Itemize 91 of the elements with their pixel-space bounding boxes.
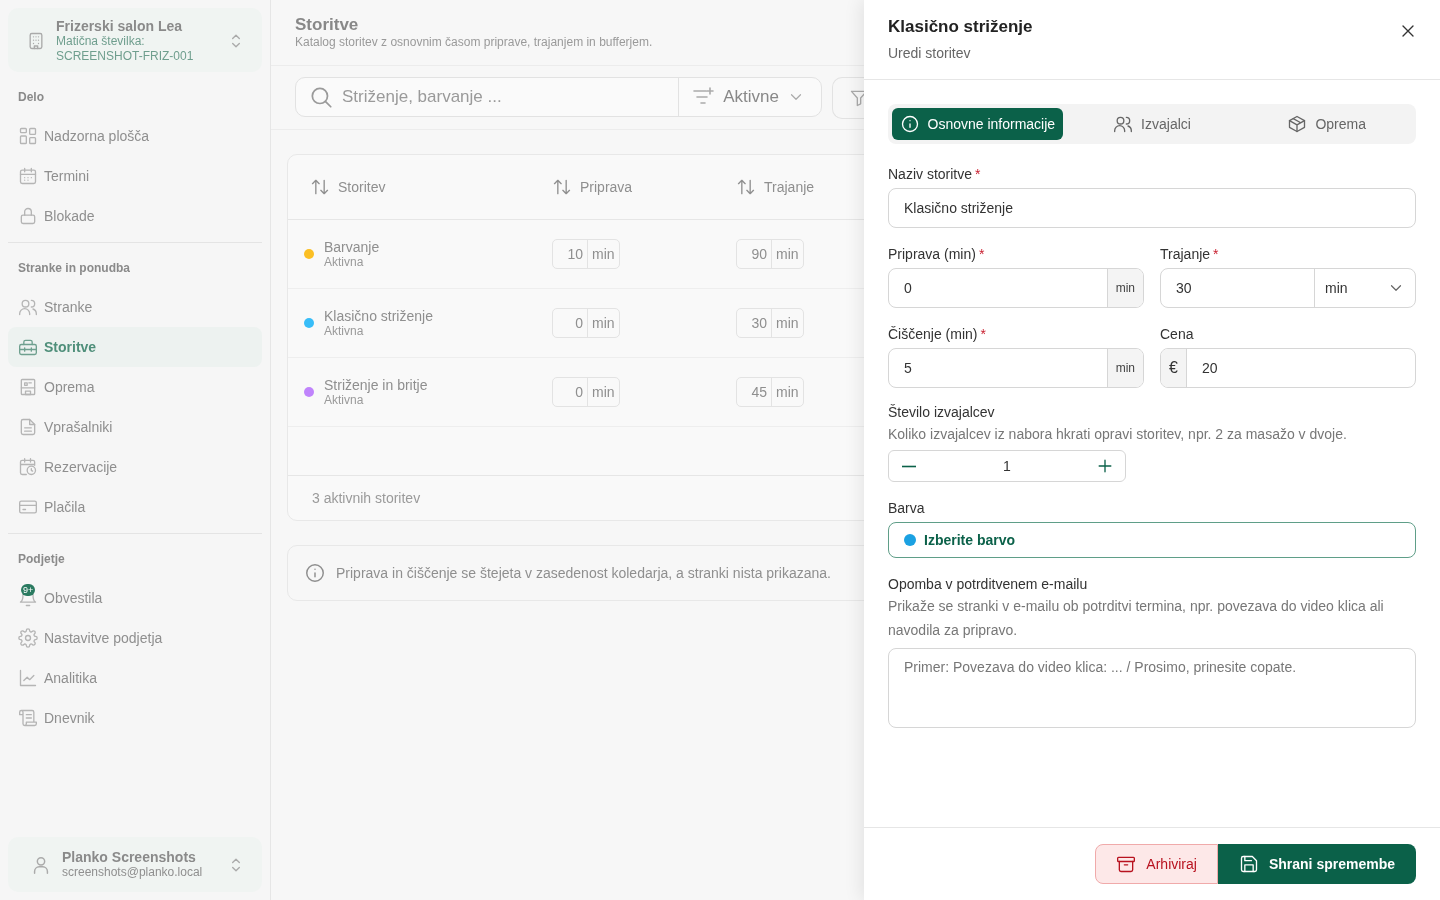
duration-pill: 0 min xyxy=(552,308,620,338)
save-button[interactable]: Shrani spremembe xyxy=(1217,844,1416,884)
drawer-title: Klasično striženje xyxy=(888,17,1033,37)
input-field[interactable]: Klasično striženje xyxy=(888,188,1416,228)
drawer-subtitle: Uredi storitev xyxy=(888,45,972,61)
field-hint: Koliko izvajalcev iz nabora hkrati opravi storitev, npr. 2 za masažo v dvoje. xyxy=(888,425,1348,444)
users-icon xyxy=(1113,114,1134,134)
duration-pill: 0 min xyxy=(552,377,620,407)
info-note-text: Priprava in čiščenje se štejeta v zasedenost koledarja, a stranki nista prikazana. xyxy=(336,565,831,581)
info-icon xyxy=(304,562,326,584)
service-name: Striženje in britje xyxy=(324,377,428,393)
tab[interactable]: Oprema xyxy=(1241,108,1412,140)
notification-badge: 9+ xyxy=(21,584,36,596)
field-label: Čiščenje (min) * xyxy=(888,326,987,342)
search-placeholder: Striženje, barvanje ... xyxy=(342,87,502,107)
service-status: Aktivna xyxy=(324,255,364,269)
info-icon xyxy=(899,114,920,134)
sidebar-item[interactable]: Oprema xyxy=(8,367,262,407)
sidebar-item[interactable]: Analitika xyxy=(8,658,262,698)
archive-button[interactable]: Arhiviraj xyxy=(1095,844,1218,884)
field-label: Trajanje * xyxy=(1160,246,1220,262)
settings-icon xyxy=(18,628,38,648)
service-status: Aktivna xyxy=(324,393,364,407)
text-area[interactable]: Primer: Povezava do video klica: ... / Prosimo, prinesite copate. xyxy=(888,648,1416,728)
service-name: Barvanje xyxy=(324,239,380,255)
sidebar-item[interactable]: Storitve xyxy=(8,327,262,367)
scroll-icon xyxy=(18,708,38,728)
sort-icon xyxy=(310,177,330,197)
duration-pill: 90 min xyxy=(736,239,804,269)
section-heading: Stranke in ponudba xyxy=(17,260,131,277)
storefront-icon xyxy=(18,377,38,397)
input-field[interactable]: 0 min xyxy=(888,268,1144,308)
page-title: Storitve xyxy=(295,15,359,35)
sidebar-item[interactable]: Termini xyxy=(8,156,262,196)
sidebar-item[interactable]: Rezervacije xyxy=(8,447,262,487)
sort-icon xyxy=(552,177,572,197)
field-label: Število izvajalcev xyxy=(888,404,996,420)
duration-pill: 10 min xyxy=(552,239,620,269)
section-heading: Delo xyxy=(17,89,45,106)
user-switcher[interactable]: Planko Screenshots screenshots@planko.local xyxy=(8,837,262,892)
sidebar-item[interactable]: Plačila xyxy=(8,487,262,527)
search-field[interactable]: Striženje, barvanje ... Aktivne xyxy=(295,77,822,117)
number-stepper[interactable]: 1 xyxy=(888,450,1126,482)
tab[interactable]: Osnovne informacije xyxy=(892,108,1063,140)
duration-pill: 45 min xyxy=(736,377,804,407)
user-email: screenshots@planko.local xyxy=(62,865,204,880)
column-header[interactable]: Trajanje xyxy=(736,177,815,197)
column-header[interactable]: Storitev xyxy=(288,177,386,197)
sidebar-item[interactable]: Dnevnik xyxy=(8,698,262,738)
organization-id: Matična številka: SCREENSHOT-FRIZ-001 xyxy=(56,34,195,64)
calendar-icon xyxy=(18,166,38,186)
sidebar-item[interactable]: 9+ Obvestila xyxy=(8,578,262,618)
sidebar-item[interactable]: Blokade xyxy=(8,196,262,236)
calendar-clock-icon xyxy=(18,457,38,477)
document-icon xyxy=(18,417,38,437)
sidebar-item[interactable]: Nadzorna plošča xyxy=(8,116,262,156)
section-heading: Podjetje xyxy=(17,551,66,568)
toolbox-icon xyxy=(18,337,38,357)
input-field[interactable]: € 20 xyxy=(1160,348,1416,388)
field-label: Barva xyxy=(888,500,926,516)
placeholder: Primer: Povezava do video klica: ... / Prosimo, prinesite copate. xyxy=(904,659,1297,675)
field-label: Opomba v potrditvenem e-mailu xyxy=(888,576,1089,592)
minus-icon xyxy=(901,464,917,468)
line-chart-icon xyxy=(18,668,38,688)
archive-icon xyxy=(1116,854,1137,874)
service-name: Klasično striženje xyxy=(324,308,433,324)
organization-name: Frizerski salon Lea xyxy=(56,18,184,34)
duration-pill: 30 min xyxy=(736,308,804,338)
table-footer-count: 3 aktivnih storitev xyxy=(312,490,421,506)
column-header[interactable]: Priprava xyxy=(552,177,633,197)
field-label: Naziv storitve * xyxy=(888,166,982,182)
user-name: Planko Screenshots xyxy=(62,849,197,865)
input-field[interactable]: 5 min xyxy=(888,348,1144,388)
tab[interactable]: Izvajalci xyxy=(1066,108,1238,140)
sidebar-item[interactable]: Vprašalniki xyxy=(8,407,262,447)
sort-icon xyxy=(736,177,756,197)
stepper-value: 1 xyxy=(1003,458,1011,474)
grid-icon xyxy=(18,126,38,146)
field-hint: Prikaže se stranki v e-mailu ob potrditvi termina, npr. povezava do video klica ali navodila za pripravo. xyxy=(888,597,1385,640)
organization-switcher[interactable]: Frizerski salon Lea Matična številka: SCREENSHOT-FRIZ-001 xyxy=(8,8,262,72)
lock-icon xyxy=(18,206,38,226)
status-filter-dropdown[interactable]: Aktivne xyxy=(679,78,821,116)
field-label: Priprava (min) * xyxy=(888,246,986,262)
color-picker[interactable]: Izberite barvo xyxy=(888,522,1416,558)
field-label: Cena xyxy=(1160,326,1195,342)
service-status: Aktivna xyxy=(324,324,364,338)
sidebar-item[interactable]: Nastavitve podjetja xyxy=(8,618,262,658)
users-icon xyxy=(18,297,38,317)
sidebar-item[interactable]: Stranke xyxy=(8,287,262,327)
box-icon xyxy=(1287,114,1308,134)
page-subtitle: Katalog storitev z osnovnim časom priprave, trajanjem in bufferjem. xyxy=(295,35,653,49)
